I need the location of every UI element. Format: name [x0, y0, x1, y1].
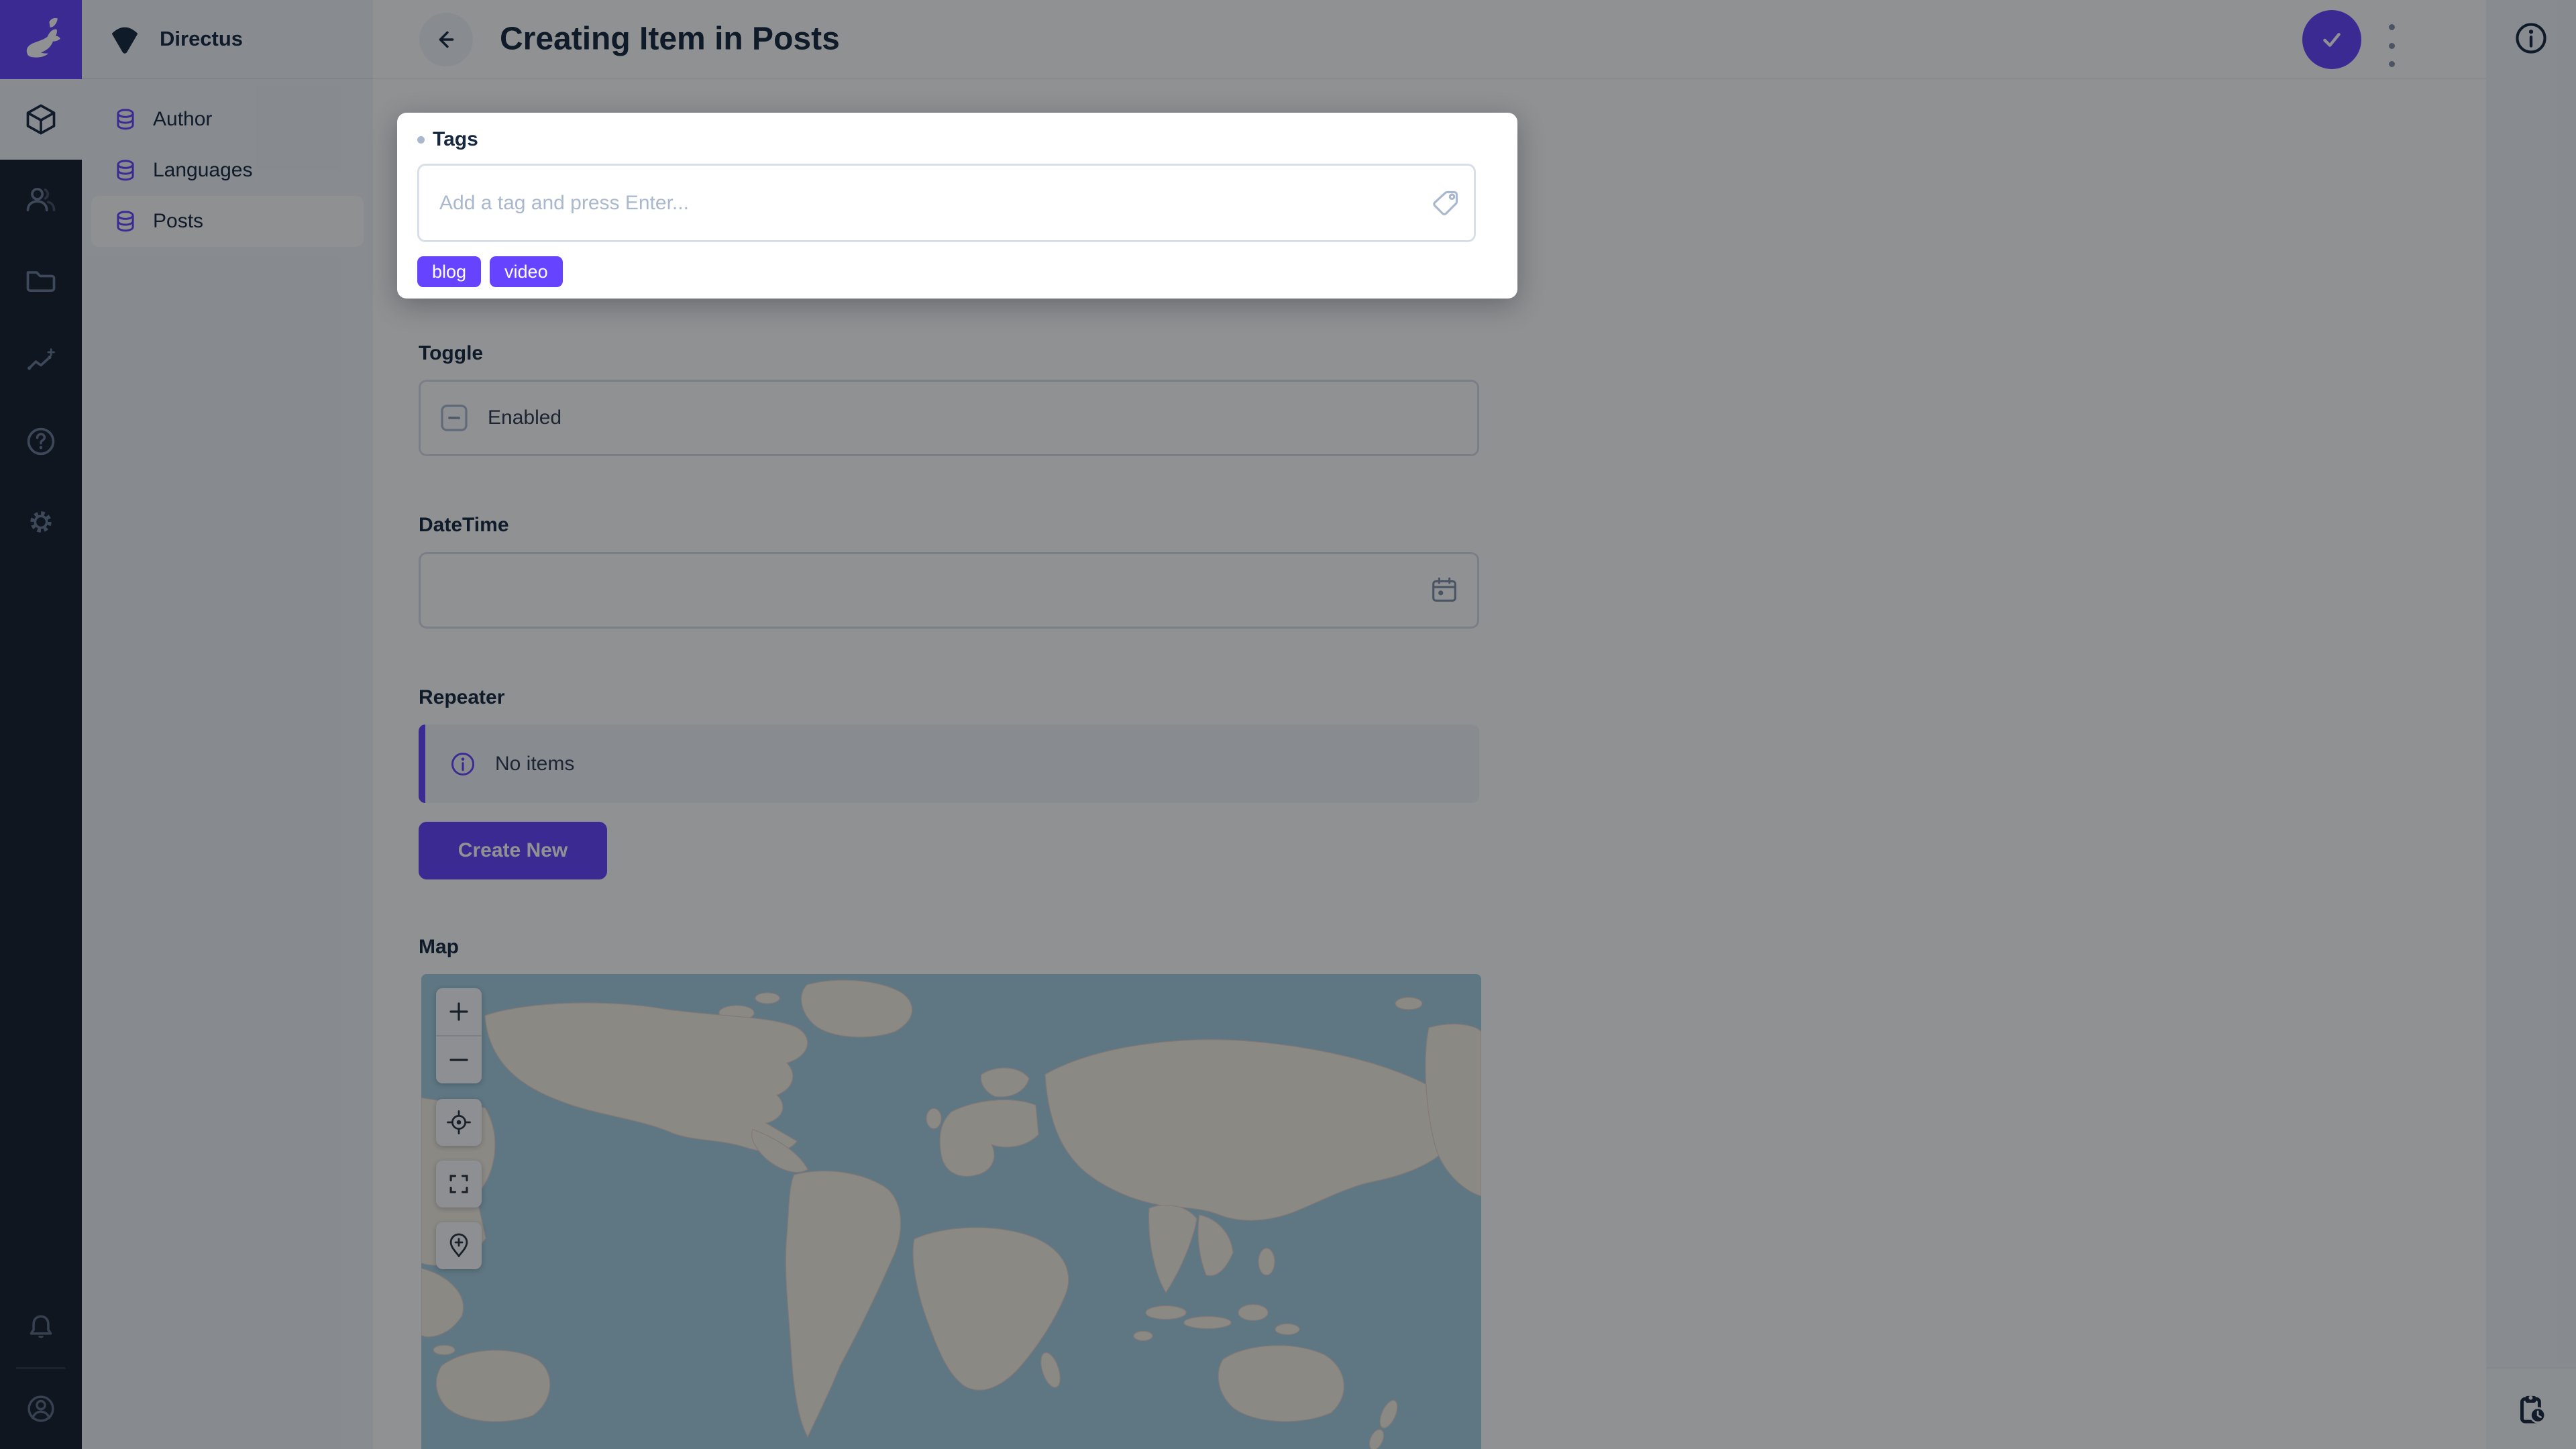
- tags-field-card: Tags blog video: [397, 113, 1517, 299]
- tags-field-label: Tags: [433, 128, 478, 151]
- tag-chip[interactable]: blog: [417, 256, 481, 287]
- tags-input[interactable]: [417, 164, 1476, 242]
- tag-icon-glyph: [1430, 189, 1460, 218]
- tag-chip-list: blog video: [417, 256, 1497, 287]
- app-window: Directus Author Languages: [0, 0, 2576, 1449]
- edited-indicator-dot: [417, 136, 425, 144]
- tag-icon: [1430, 189, 1460, 218]
- tag-chip[interactable]: video: [490, 256, 563, 287]
